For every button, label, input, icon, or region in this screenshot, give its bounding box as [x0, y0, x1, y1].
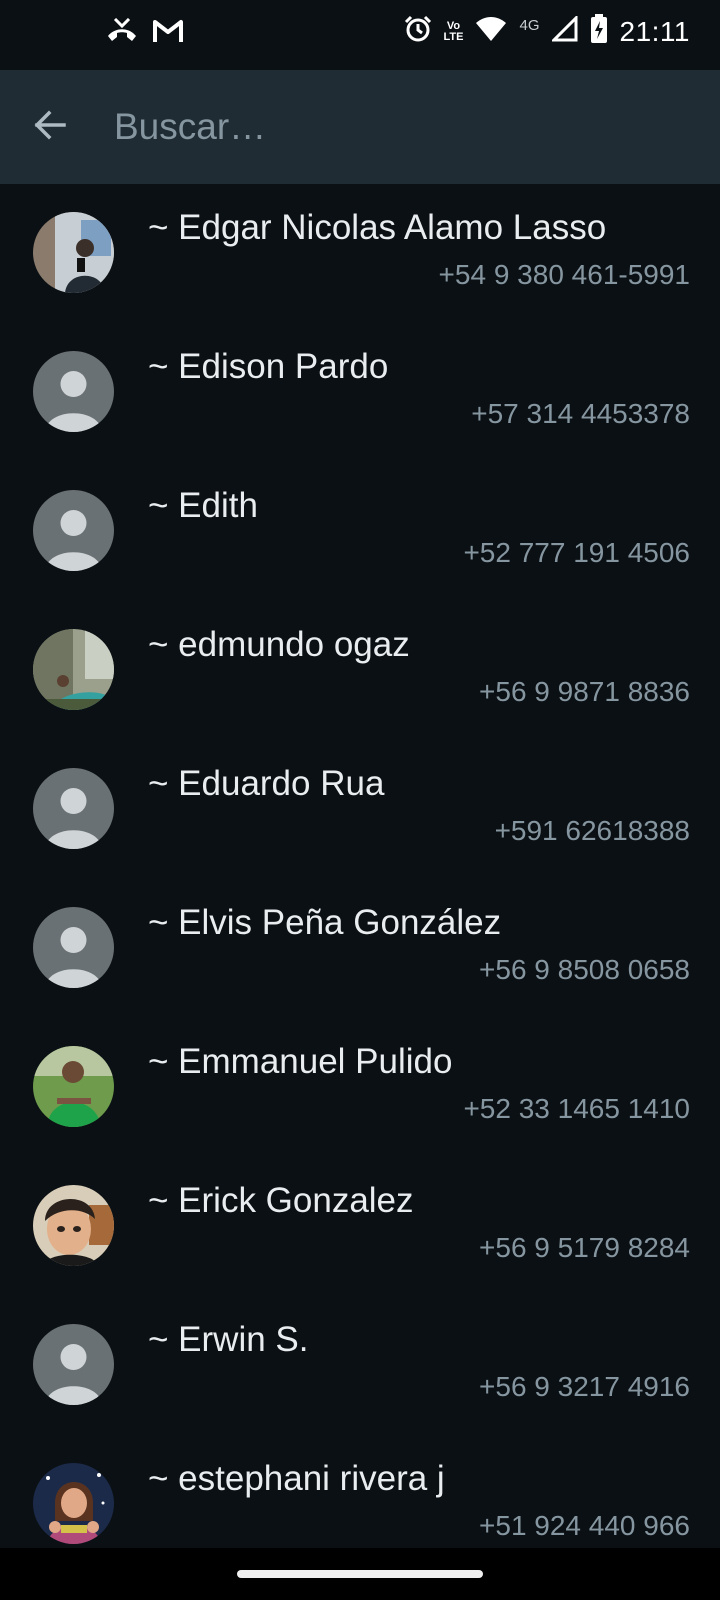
gmail-icon: [152, 18, 184, 49]
status-right-icons: Vo LTE 4G 21:11: [404, 14, 690, 49]
contact-row[interactable]: ~ edmundo ogaz +56 9 9871 8836: [0, 601, 720, 740]
default-avatar-icon: [33, 768, 114, 849]
alarm-icon: [404, 15, 432, 48]
status-left-icons: [106, 17, 184, 49]
default-avatar-icon: [33, 1324, 114, 1405]
contact-row[interactable]: ~ Eduardo Rua +591 62618388: [0, 740, 720, 879]
contact-name: ~ Edison Pardo: [148, 347, 389, 386]
contact-phone: +54 9 380 461-5991: [438, 259, 690, 290]
home-indicator[interactable]: [237, 1570, 483, 1578]
avatar: [33, 629, 114, 710]
contact-row[interactable]: ~ Erick Gonzalez +56 9 5179 8284: [0, 1157, 720, 1296]
contact-name: ~ Edgar Nicolas Alamo Lasso: [148, 208, 607, 247]
contact-phone: +56 9 5179 8284: [479, 1232, 690, 1263]
contact-name: ~ Erwin S.: [148, 1320, 309, 1359]
navigation-bar: [0, 1548, 720, 1600]
avatar: [33, 1185, 114, 1266]
default-avatar-icon: [33, 490, 114, 571]
back-button[interactable]: [26, 103, 74, 151]
battery-charging-icon: [590, 14, 608, 49]
contact-phone: +56 9 9871 8836: [479, 676, 690, 707]
signal-icon: [549, 14, 578, 47]
missed-call-icon: [106, 17, 138, 49]
contact-name: ~ edmundo ogaz: [148, 625, 410, 664]
volte-bottom-label: LTE: [443, 30, 464, 43]
default-avatar-icon: [33, 351, 114, 432]
contact-phone: +56 9 3217 4916: [479, 1371, 690, 1402]
contact-phone: +57 314 4453378: [471, 398, 690, 429]
search-header: [0, 70, 720, 184]
contact-row[interactable]: ~ Edgar Nicolas Alamo Lasso +54 9 380 46…: [0, 184, 720, 323]
contact-name: ~ Erick Gonzalez: [148, 1181, 414, 1220]
volte-top-label: Vo: [446, 19, 461, 32]
contact-row[interactable]: ~ Erwin S. +56 9 3217 4916: [0, 1296, 720, 1435]
contact-name: ~ estephani rivera j: [148, 1459, 445, 1498]
contact-phone: +51 924 440 966: [479, 1510, 690, 1541]
contact-phone: +591 62618388: [494, 815, 690, 846]
contact-phone: +52 777 191 4506: [463, 537, 690, 568]
contact-phone: +56 9 8508 0658: [479, 954, 690, 985]
avatar: [33, 1046, 114, 1127]
contact-name: ~ Elvis Peña González: [148, 903, 502, 942]
network-type-label: 4G: [519, 17, 540, 34]
avatar: [33, 1463, 114, 1544]
status-time: 21:11: [619, 15, 690, 47]
avatar: [33, 212, 114, 293]
contact-row[interactable]: ~ estephani rivera j +51 924 440 966: [0, 1435, 720, 1548]
contact-row[interactable]: ~ Edith +52 777 191 4506: [0, 462, 720, 601]
contact-name: ~ Eduardo Rua: [148, 764, 385, 803]
contact-row[interactable]: ~ Elvis Peña González +56 9 8508 0658: [0, 879, 720, 1018]
contact-phone: +52 33 1465 1410: [463, 1093, 690, 1124]
contact-name: ~ Edith: [148, 486, 258, 525]
contact-row[interactable]: ~ Emmanuel Pulido +52 33 1465 1410: [0, 1018, 720, 1157]
volte-icon: Vo LTE: [443, 19, 464, 43]
contact-row[interactable]: ~ Edison Pardo +57 314 4453378: [0, 323, 720, 462]
status-bar: Vo LTE 4G 21:11: [0, 0, 720, 70]
contact-list[interactable]: ~ Edgar Nicolas Alamo Lasso +54 9 380 46…: [0, 184, 720, 1548]
search-input[interactable]: [114, 98, 674, 156]
wifi-icon: [475, 16, 507, 47]
arrow-left-icon: [32, 107, 68, 148]
contact-name: ~ Emmanuel Pulido: [148, 1042, 453, 1081]
default-avatar-icon: [33, 907, 114, 988]
